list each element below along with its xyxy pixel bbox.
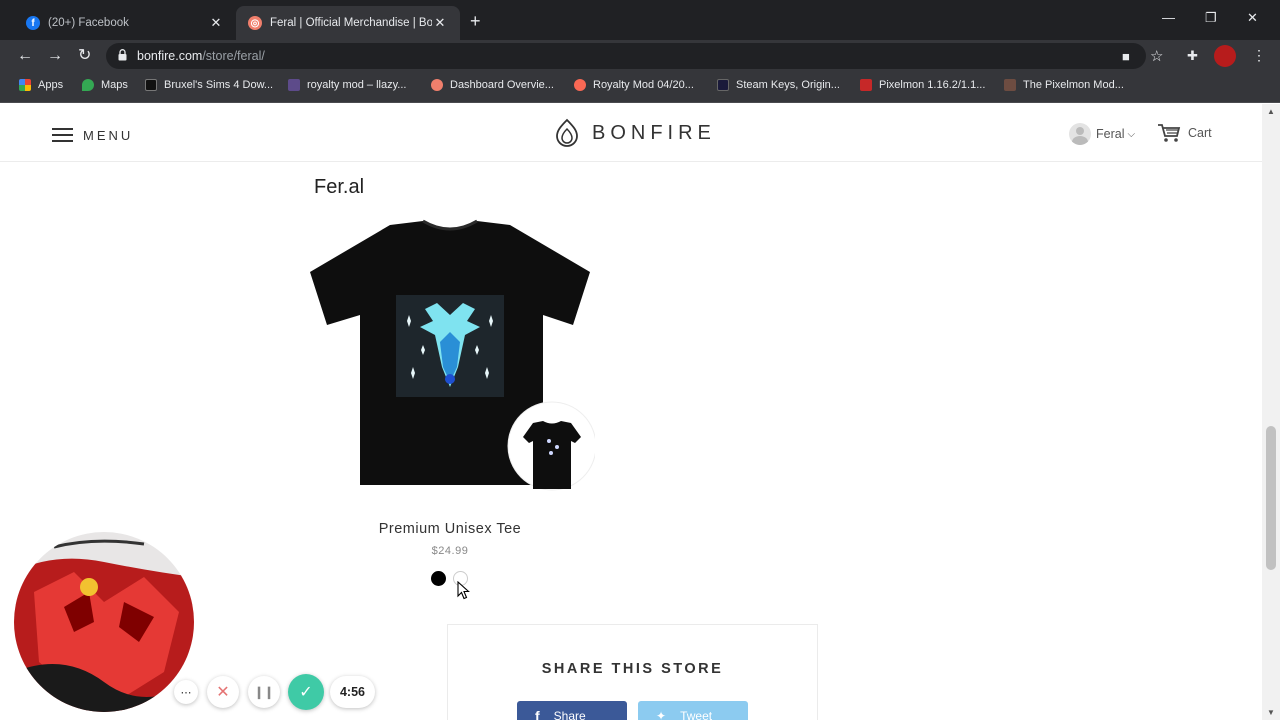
scroll-up-icon[interactable]: ▲ <box>1267 107 1275 116</box>
scroll-thumb[interactable] <box>1266 426 1276 570</box>
bookmark-maps[interactable]: Maps <box>82 79 128 91</box>
cdkeys-icon <box>717 79 729 91</box>
bonfire-icon: ◎ <box>248 16 262 30</box>
close-icon[interactable]: ✕ <box>208 15 224 31</box>
page-scrollbar[interactable]: ▲ ▼ <box>1262 104 1280 720</box>
facebook-share-button[interactable]: f Share <box>517 701 627 720</box>
cart-label: Cart <box>1188 126 1212 140</box>
bookmarks-bar: Apps Maps Bruxel's Sims 4 Dow... royalty… <box>0 72 1280 103</box>
bonfire-logo[interactable]: BONFIRE <box>554 118 716 148</box>
recorder-timer: 4:56 <box>330 676 375 708</box>
window-close-icon[interactable]: ✕ <box>1247 10 1258 26</box>
store-title: Fer.al <box>314 176 365 198</box>
cart-icon <box>1158 124 1181 142</box>
tab-title: (20+) Facebook <box>48 17 129 29</box>
patreon-icon <box>574 79 586 91</box>
bookmark-steam-keys[interactable]: Steam Keys, Origin... <box>717 79 840 91</box>
tab-facebook[interactable]: f (20+) Facebook ✕ <box>14 6 236 40</box>
recorder-finish-button[interactable]: ✓ <box>288 674 324 710</box>
tab-title: Feral | Official Merchandise | Bon <box>270 17 432 29</box>
share-title: SHARE THIS STORE <box>541 661 724 677</box>
bonfire-icon <box>431 79 443 91</box>
tab-feral[interactable]: ◎ Feral | Official Merchandise | Bon ✕ <box>236 6 460 40</box>
product-image[interactable] <box>305 217 595 492</box>
bookmark-dashboard[interactable]: Dashboard Overvie... <box>431 79 554 91</box>
bookmark-royalty[interactable]: royalty mod – llazy... <box>288 79 406 91</box>
bookmark-bruxel[interactable]: Bruxel's Sims 4 Dow... <box>145 79 273 91</box>
extensions-icon[interactable]: ✚ <box>1187 48 1198 64</box>
twitter-share-button[interactable]: ✦ Tweet <box>638 701 748 720</box>
pixelmon-mod-icon <box>1004 79 1016 91</box>
recorder-more-button[interactable]: ⋯ <box>174 680 198 704</box>
hamburger-icon <box>52 124 73 146</box>
menu-label: MENU <box>83 127 134 143</box>
bookmark-pixelmon[interactable]: Pixelmon 1.16.2/1.1... <box>860 79 985 91</box>
user-name: Feral <box>1096 127 1125 141</box>
browser-tab-bar: f (20+) Facebook ✕ ◎ Feral | Official Me… <box>0 0 1280 40</box>
webcam-overlay <box>14 532 194 712</box>
chevron-down-icon: ⌵ <box>1127 128 1136 140</box>
new-tab-button[interactable]: + <box>470 12 481 30</box>
bookmark-apps[interactable]: Apps <box>19 79 63 91</box>
restore-icon[interactable]: ❐ <box>1205 10 1217 26</box>
facebook-icon: f <box>535 708 540 720</box>
tsr-icon <box>145 79 157 91</box>
twitter-bird-icon: ✦ <box>656 709 667 720</box>
apps-grid-icon <box>19 79 31 91</box>
cart-link[interactable]: Cart <box>1157 123 1212 143</box>
star-icon[interactable]: ☆ <box>1150 47 1163 65</box>
royalty-icon <box>288 79 300 91</box>
browser-toolbar: ← → ↻ bonfire.com/store/feral/ ■ ☆ ✚ ⋮ <box>0 40 1280 72</box>
bookmark-pixelmon-mod[interactable]: The Pixelmon Mod... <box>1004 79 1124 91</box>
user-menu[interactable]: Feral ⌵ <box>1069 123 1135 145</box>
product-price: $24.99 <box>431 545 469 557</box>
site-header: MENU BONFIRE Feral ⌵ Cart <box>0 104 1262 162</box>
recorder-cancel-button[interactable]: ✕ <box>207 676 239 708</box>
lock-icon <box>118 49 127 61</box>
kebab-menu-icon[interactable]: ⋮ <box>1252 47 1266 64</box>
url-text: bonfire.com/store/feral/ <box>137 49 265 63</box>
user-avatar <box>1069 123 1091 145</box>
maps-pin-icon <box>82 79 94 91</box>
minimize-icon[interactable]: — <box>1162 10 1175 25</box>
camera-icon[interactable]: ■ <box>1122 49 1130 64</box>
profile-avatar[interactable] <box>1214 45 1236 67</box>
reload-icon[interactable]: ↻ <box>78 46 91 66</box>
bonfire-flame-icon <box>556 118 578 147</box>
forward-icon[interactable]: → <box>47 46 63 66</box>
mouse-cursor-icon <box>457 581 470 600</box>
pixelmon-icon <box>860 79 872 91</box>
menu-button[interactable]: MENU <box>52 124 133 146</box>
close-icon[interactable]: ✕ <box>432 15 448 31</box>
recorder-pause-button[interactable]: ❙❙ <box>248 676 280 708</box>
product-name[interactable]: Premium Unisex Tee <box>300 521 600 537</box>
bookmark-royalty-mod[interactable]: Royalty Mod 04/20... <box>574 79 694 91</box>
facebook-icon: f <box>26 16 40 30</box>
logo-text: BONFIRE <box>592 121 716 144</box>
back-icon[interactable]: ← <box>17 46 33 66</box>
scroll-down-icon[interactable]: ▼ <box>1267 708 1275 717</box>
color-swatch-black[interactable] <box>431 571 446 586</box>
address-bar[interactable]: bonfire.com/store/feral/ ■ <box>106 43 1146 69</box>
share-store-panel: SHARE THIS STORE f Share ✦ Tweet <box>447 624 818 720</box>
